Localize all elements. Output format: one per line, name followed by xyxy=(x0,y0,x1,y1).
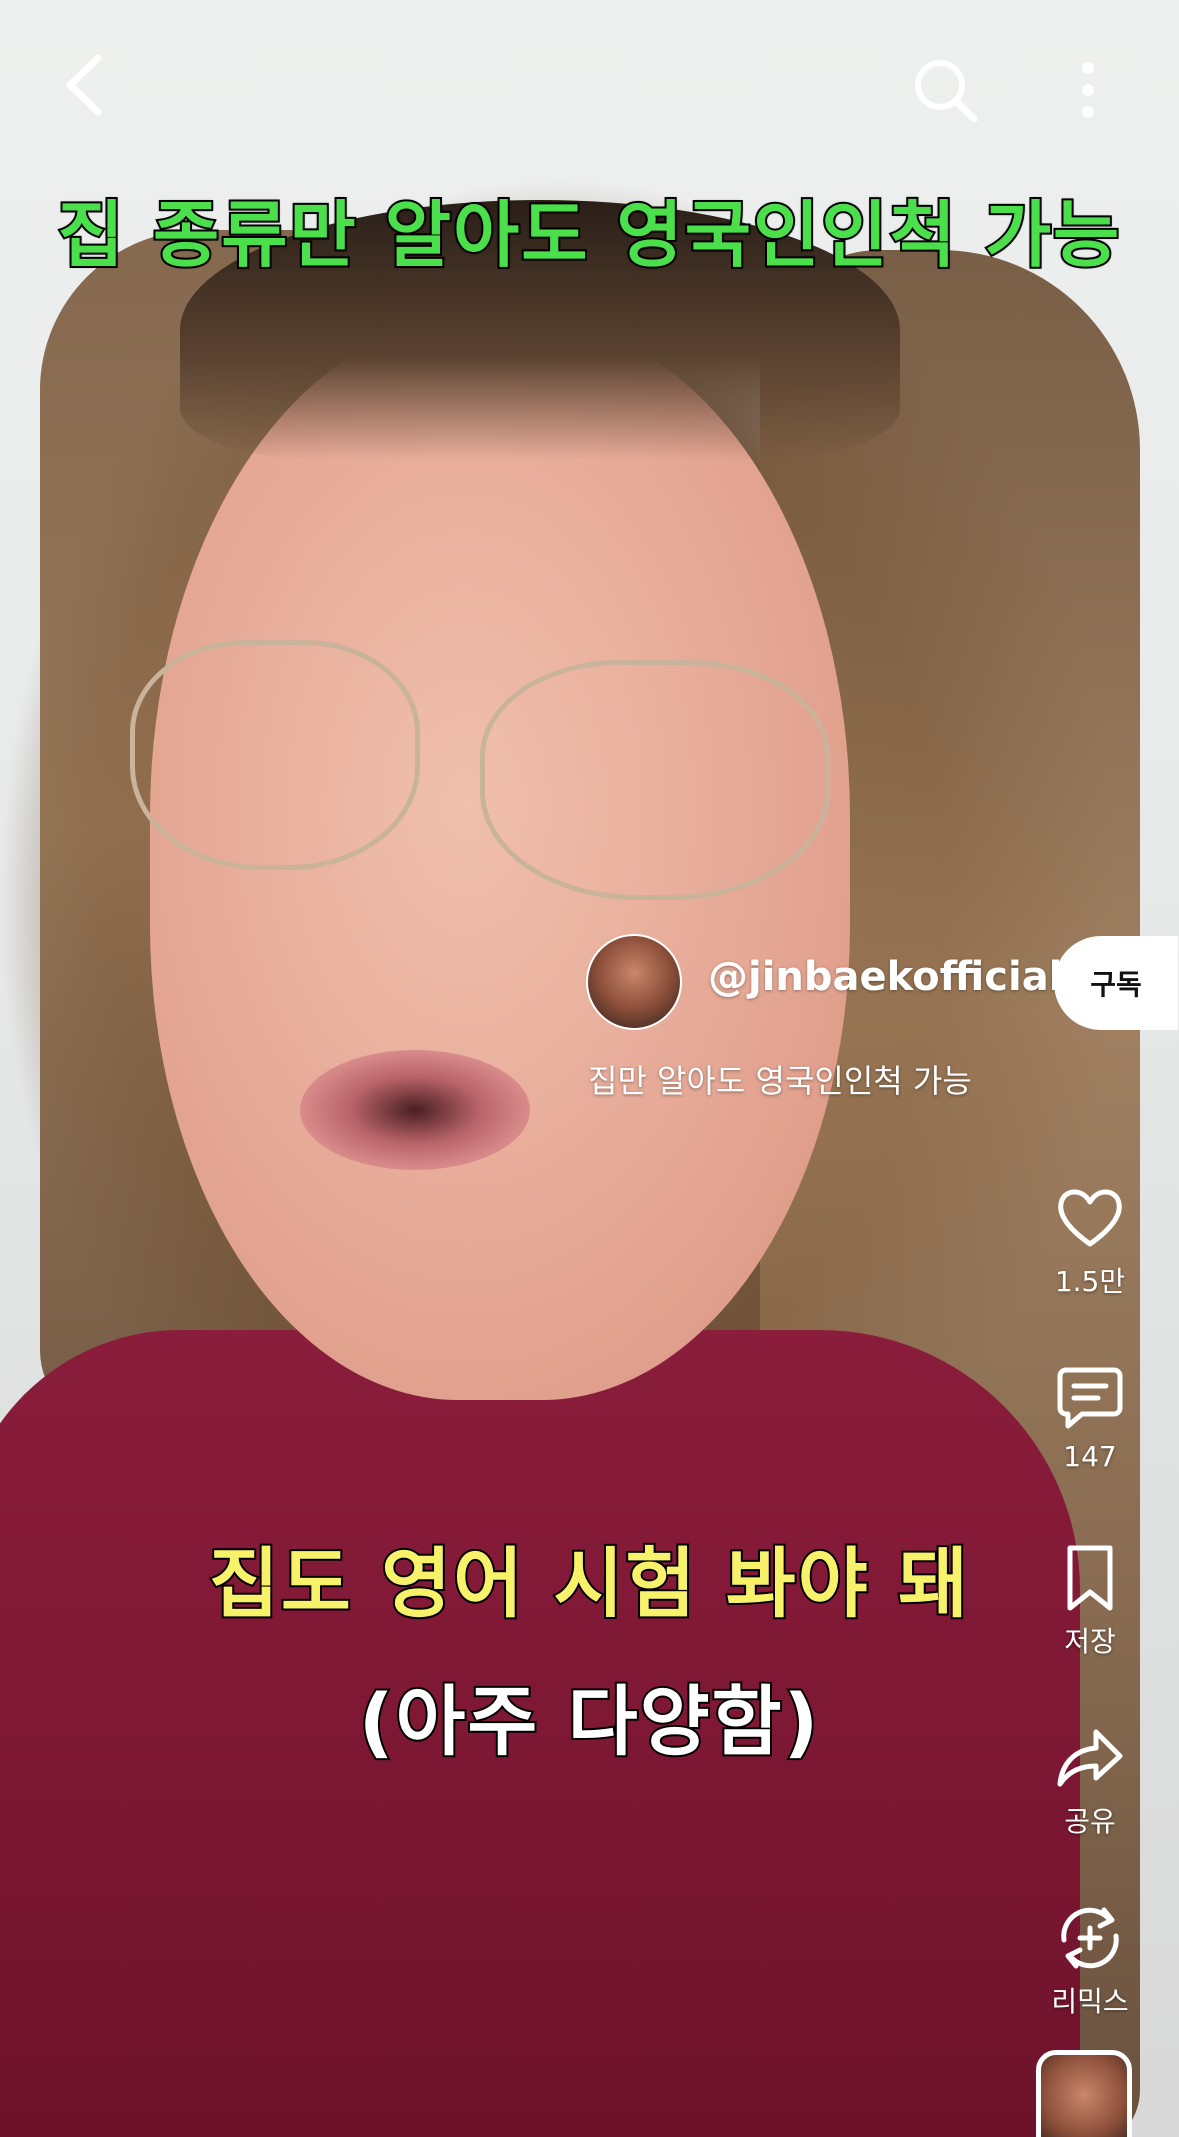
more-options-button[interactable] xyxy=(1058,50,1118,130)
subscribe-button[interactable]: 구독 xyxy=(1054,936,1178,1030)
search-icon xyxy=(915,60,978,123)
video-overlay-title: 집 종류만 알아도 영국인인척 가능 xyxy=(56,191,1122,279)
channel-avatar[interactable] xyxy=(586,934,682,1030)
back-button[interactable] xyxy=(50,50,120,120)
channel-row: @jinbaekofficial 구독 xyxy=(586,934,1179,1034)
video-description[interactable]: 집만 알아도 영국인인척 가능 xyxy=(588,1056,972,1102)
shorts-player[interactable]: 집 종류만 알아도 영국인인척 가능 @jinbaekofficial 구독 집… xyxy=(0,0,1179,2137)
comment-button[interactable]: 147 xyxy=(1030,1360,1150,1473)
comment-icon xyxy=(1057,1367,1123,1429)
comment-count: 147 xyxy=(1063,1440,1117,1473)
search-button[interactable] xyxy=(905,50,985,130)
video-frame-mouth xyxy=(300,1050,530,1170)
more-vertical-icon xyxy=(1082,62,1094,118)
remix-label: 리믹스 xyxy=(1051,1985,1129,2018)
top-bar xyxy=(0,0,1179,180)
like-button[interactable]: 1.5만 xyxy=(1030,1180,1150,1300)
sound-thumbnail[interactable] xyxy=(1036,2050,1132,2137)
video-frame-glasses-left xyxy=(130,640,420,870)
like-count: 1.5만 xyxy=(1054,1265,1126,1298)
subtitle-line-2: (아주 다양함) xyxy=(357,1675,821,1768)
remix-button[interactable]: 리믹스 xyxy=(1030,1900,1150,2020)
share-label: 공유 xyxy=(1064,1805,1116,1838)
video-frame-glasses-right xyxy=(480,660,830,900)
channel-handle[interactable]: @jinbaekofficial xyxy=(708,954,1062,1000)
heart-icon xyxy=(1058,1189,1122,1247)
subtitle-line-1: 집도 영어 시험 봐야 돼 xyxy=(207,1537,971,1630)
remix-icon xyxy=(1061,1907,1119,1969)
back-arrow-icon xyxy=(66,54,102,116)
